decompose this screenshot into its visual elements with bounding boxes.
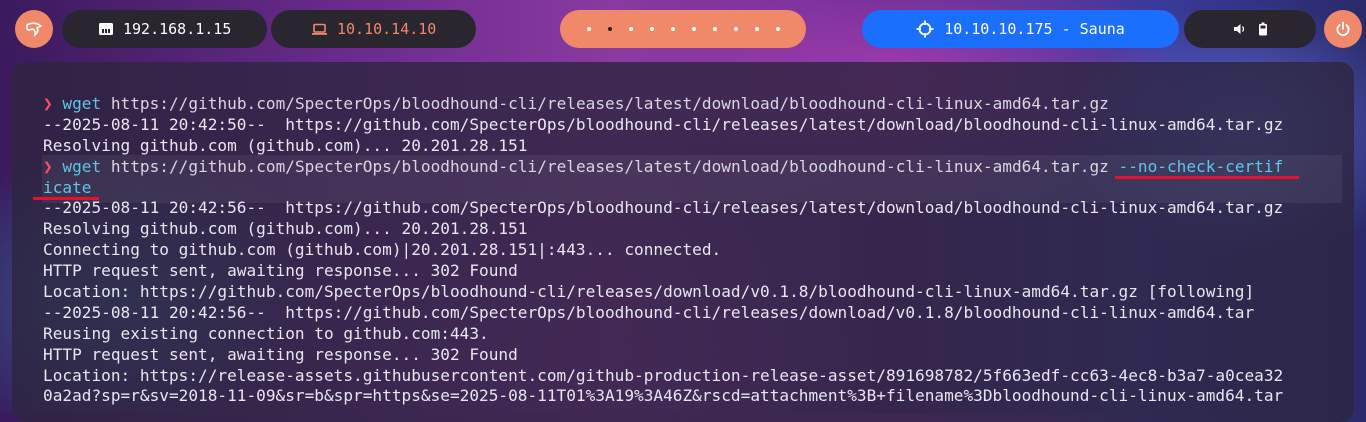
vpn-ip-widget[interactable]: 10.10.14.10 [271, 10, 476, 48]
workspace-9[interactable] [754, 27, 759, 31]
terminal-line: HTTP request sent, awaiting response... … [43, 344, 518, 364]
terminal-line: --2025-08-11 20:42:56-- https://github.c… [43, 302, 1255, 322]
top-bar: 192.168.1.15 10.10.14.10 10.10.10.175 - … [0, 0, 1366, 58]
target-widget[interactable]: 10.10.10.175 - Sauna [862, 10, 1179, 48]
workspace-10[interactable] [775, 27, 780, 31]
workspace-1[interactable] [586, 27, 591, 31]
terminal-line: ❯ wget https://github.com/SpecterOps/blo… [43, 156, 1300, 179]
terminal-line: HTTP request sent, awaiting response... … [43, 261, 518, 281]
red-underline [1114, 175, 1300, 179]
red-underline [33, 196, 100, 200]
terminal-line: Connecting to github.com (github.com)|20… [43, 240, 722, 260]
terminal-line: Reusing existing connection to github.co… [43, 323, 489, 343]
system-tray[interactable] [1184, 10, 1316, 48]
terminal-output: ❯ wget https://github.com/SpecterOps/blo… [33, 94, 1342, 407]
workspace-4[interactable] [649, 27, 654, 31]
prompt-icon: ❯ [43, 94, 53, 113]
prompt-icon: ❯ [43, 156, 53, 176]
terminal-line: Location: https://github.com/SpecterOps/… [43, 282, 1255, 302]
volume-icon[interactable] [1232, 22, 1246, 36]
workspace-3[interactable] [628, 27, 633, 31]
terminal-line: Location: https://release-assets.githubu… [43, 365, 1284, 385]
no-check-flag: --no-check-certif [1114, 157, 1300, 179]
vpn-ip: 10.10.14.10 [337, 20, 437, 38]
logo-icon [26, 22, 43, 37]
local-ip-widget[interactable]: 192.168.1.15 [62, 10, 267, 48]
menu-button[interactable] [15, 10, 53, 48]
terminal-line: ❯ wget https://github.com/SpecterOps/blo… [43, 94, 1109, 113]
no-check-flag-continued: icate [33, 178, 100, 200]
terminal-window[interactable]: ❯ wget https://github.com/SpecterOps/blo… [12, 62, 1354, 422]
workspace-8[interactable] [733, 27, 738, 31]
workspace-switcher[interactable] [560, 10, 806, 48]
target-label: 10.10.10.175 - Sauna [944, 20, 1125, 38]
power-icon [1336, 21, 1350, 36]
terminal-line: Resolving github.com (github.com)... 20.… [43, 135, 528, 155]
power-button[interactable] [1324, 10, 1362, 48]
workspace-5[interactable] [670, 27, 675, 31]
terminal-line: --2025-08-11 20:42:50-- https://github.c… [43, 114, 1284, 134]
workspace-6[interactable] [691, 27, 696, 31]
terminal-line: 0a2ad?sp=r&sv=2018-11-09&sr=b&spr=https&… [43, 386, 1284, 406]
workspace-7[interactable] [712, 27, 717, 31]
local-ip: 192.168.1.15 [123, 20, 232, 38]
crosshair-icon [916, 20, 934, 38]
laptop-icon [312, 23, 327, 35]
terminal-line: Resolving github.com (github.com)... 20.… [43, 219, 528, 239]
workspace-2[interactable] [607, 27, 612, 31]
network-icon [99, 23, 113, 35]
battery-icon[interactable] [1258, 22, 1268, 36]
